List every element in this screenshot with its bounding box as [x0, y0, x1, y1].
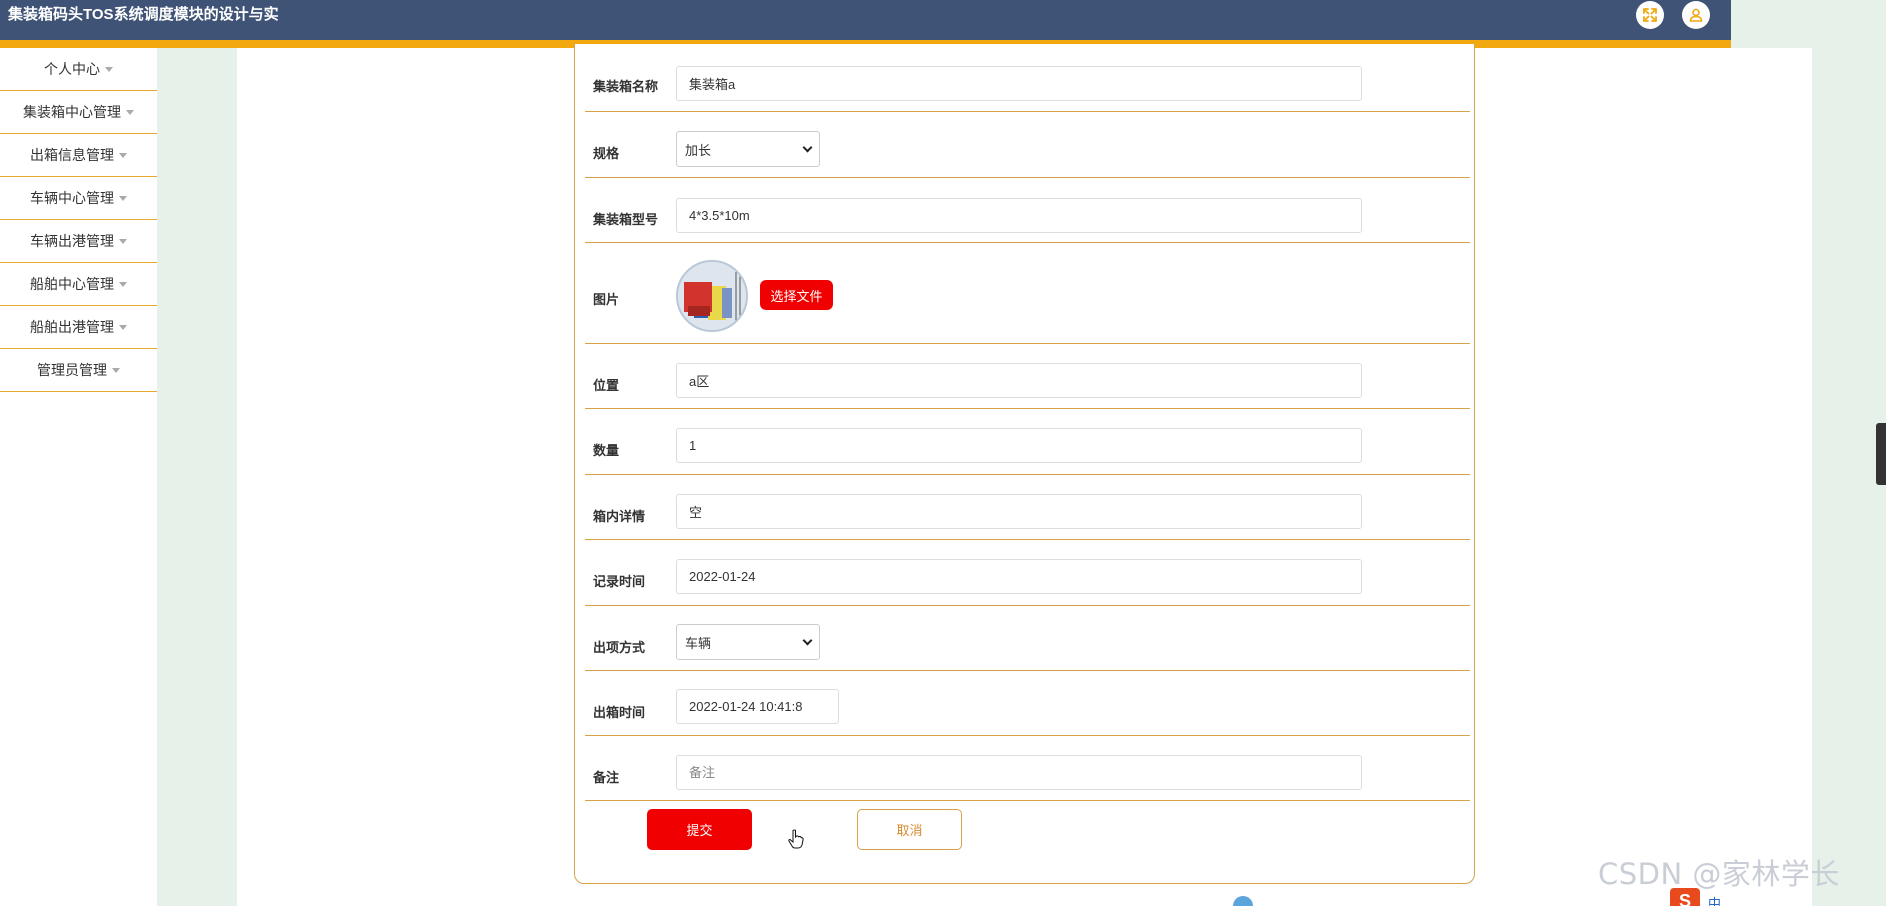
- details-input[interactable]: [676, 494, 1362, 529]
- location-input[interactable]: [676, 363, 1362, 398]
- submit-button[interactable]: 提交: [647, 809, 804, 850]
- sidebar-item-container-center[interactable]: 集装箱中心管理: [0, 91, 157, 134]
- form-row-spec: 规格 加长: [585, 112, 1470, 178]
- form-row-image: 图片 选择文件: [585, 243, 1470, 344]
- sidebar-item-vehicle-center[interactable]: 车辆中心管理: [0, 177, 157, 220]
- spec-label: 规格: [593, 146, 620, 161]
- caret-down-icon: [119, 152, 127, 158]
- form-row-remark: 备注: [585, 736, 1470, 801]
- fullscreen-button[interactable]: [1636, 1, 1664, 29]
- spec-select-value: 加长: [685, 142, 712, 158]
- form-row-record-time: 记录时间: [585, 540, 1470, 606]
- record-time-label: 记录时间: [593, 574, 646, 589]
- user-avatar-button[interactable]: [1682, 1, 1710, 29]
- form-row-details: 箱内详情: [585, 475, 1470, 540]
- details-label: 箱内详情: [593, 509, 646, 524]
- exit-method-label: 出项方式: [593, 640, 646, 655]
- image-label: 图片: [593, 292, 620, 307]
- form-row-container-name: 集装箱名称: [585, 44, 1470, 112]
- form-row-exit-method: 出项方式 车辆: [585, 606, 1470, 671]
- container-name-label: 集装箱名称: [593, 79, 659, 94]
- caret-down-icon: [119, 238, 127, 244]
- sidebar-item-ship-departure[interactable]: 船舶出港管理: [0, 306, 157, 349]
- form-row-exit-time: 出箱时间: [585, 671, 1470, 736]
- caret-down-icon: [112, 367, 120, 373]
- caret-down-icon: [126, 109, 134, 115]
- caret-down-icon: [119, 281, 127, 287]
- choose-file-button[interactable]: 选择文件: [760, 280, 833, 310]
- sidebar-item-admin[interactable]: 管理员管理: [0, 349, 157, 392]
- exit-time-input[interactable]: [676, 689, 839, 724]
- scroll-handle[interactable]: [1876, 423, 1886, 485]
- location-label: 位置: [593, 378, 620, 393]
- model-input[interactable]: [676, 198, 1362, 233]
- top-bar: 集装箱码头TOS系统调度模块的设计与实: [0, 0, 1731, 40]
- sidebar-item-vehicle-departure[interactable]: 车辆出港管理: [0, 220, 157, 263]
- hand-cursor-icon: [788, 829, 804, 849]
- container-edit-form: 集装箱名称 规格 加长 集装箱型号 图片 选择文件: [574, 44, 1475, 884]
- model-label: 集装箱型号: [593, 212, 659, 227]
- sidebar-item-label: 船舶中心管理: [30, 276, 114, 292]
- caret-down-icon: [105, 66, 113, 72]
- sidebar-item-exit-info[interactable]: 出箱信息管理: [0, 134, 157, 177]
- form-row-quantity: 数量: [585, 409, 1470, 475]
- remark-label: 备注: [593, 770, 620, 785]
- container-name-input[interactable]: [676, 66, 1362, 101]
- sidebar-item-label: 集装箱中心管理: [23, 104, 121, 120]
- user-icon: [1689, 8, 1703, 22]
- form-row-location: 位置: [585, 344, 1470, 409]
- cancel-button[interactable]: 取消: [857, 809, 962, 850]
- remark-input[interactable]: [676, 755, 1362, 790]
- sidebar-item-label: 车辆中心管理: [30, 190, 114, 206]
- app-title: 集装箱码头TOS系统调度模块的设计与实: [8, 6, 279, 23]
- caret-down-icon: [119, 324, 127, 330]
- exit-time-label: 出箱时间: [593, 705, 646, 720]
- tray-ime-indicator[interactable]: 中: [1708, 893, 1728, 906]
- container-image-thumbnail: [676, 260, 748, 332]
- chevron-down-icon: [802, 142, 813, 152]
- exit-method-select-value: 车辆: [685, 635, 712, 651]
- quantity-input[interactable]: [676, 428, 1362, 463]
- sidebar-item-label: 管理员管理: [37, 362, 107, 378]
- record-time-input[interactable]: [676, 559, 1362, 594]
- sidebar-item-label: 个人中心: [44, 61, 100, 77]
- sidebar-item-ship-center[interactable]: 船舶中心管理: [0, 263, 157, 306]
- csdn-watermark: CSDN @家林学长: [1598, 857, 1840, 891]
- tray-app-badge[interactable]: S: [1670, 888, 1700, 906]
- sidebar: 个人中心 集装箱中心管理 出箱信息管理 车辆中心管理 车辆出港管理 船舶中心管理…: [0, 48, 157, 906]
- sidebar-item-label: 船舶出港管理: [30, 319, 114, 335]
- sidebar-item-personal-center[interactable]: 个人中心: [0, 48, 157, 91]
- form-row-model: 集装箱型号: [585, 178, 1470, 243]
- quantity-label: 数量: [593, 443, 620, 458]
- submit-button-label: 提交: [686, 823, 713, 838]
- expand-arrows-icon: [1643, 8, 1657, 22]
- exit-method-select[interactable]: 车辆: [676, 624, 820, 660]
- caret-down-icon: [119, 195, 127, 201]
- chevron-down-icon: [802, 635, 813, 645]
- right-edge-strip: [1812, 0, 1886, 906]
- spec-select[interactable]: 加长: [676, 131, 820, 167]
- sidebar-item-label: 车辆出港管理: [30, 233, 114, 249]
- sidebar-item-label: 出箱信息管理: [30, 147, 114, 163]
